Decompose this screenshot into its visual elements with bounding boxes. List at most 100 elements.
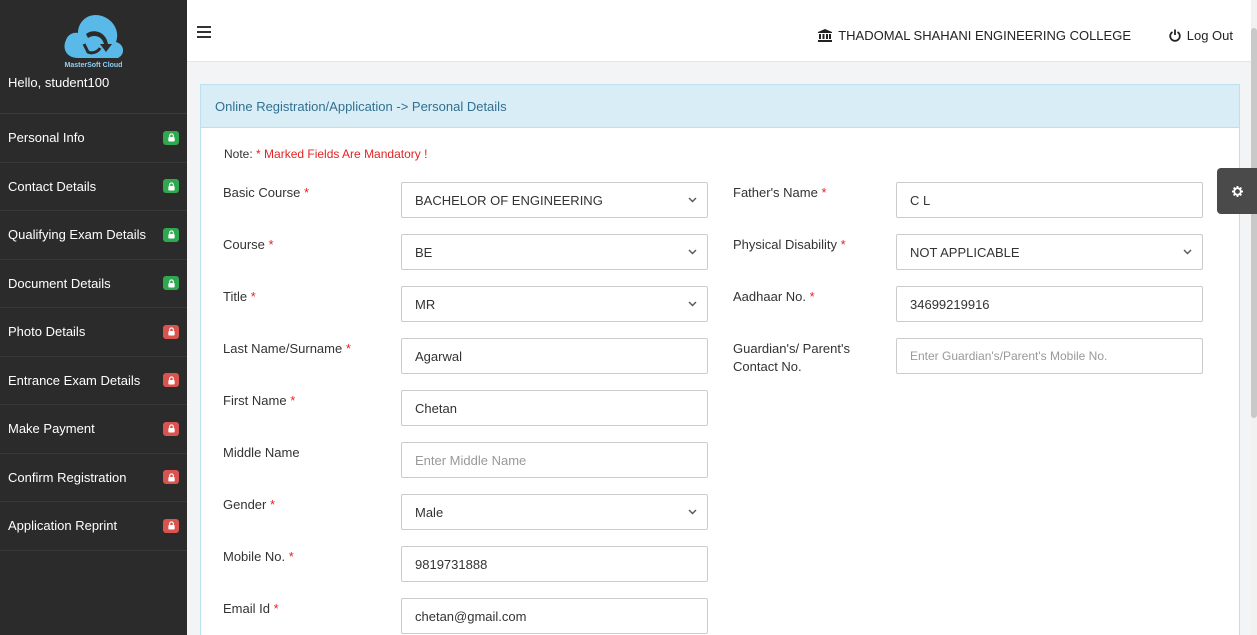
first-name-input[interactable]: Chetan xyxy=(401,390,708,426)
required-star: * xyxy=(288,549,294,564)
breadcrumb: Online Registration/Application -> Perso… xyxy=(201,85,1239,128)
last-name-input[interactable]: Agarwal xyxy=(401,338,708,374)
physical-disability-select[interactable]: NOT APPLICABLE xyxy=(896,234,1203,270)
lock-icon xyxy=(163,421,179,436)
required-star: * xyxy=(345,341,351,356)
sidebar-menu: Personal Info Contact Details Qualifying E… xyxy=(0,114,187,551)
last-name-label: Last Name/Surname * xyxy=(223,340,351,358)
physical-disability-label: Physical Disability * xyxy=(733,236,846,254)
chevron-down-icon xyxy=(688,197,697,203)
chevron-down-icon xyxy=(688,301,697,307)
title-value: MR xyxy=(415,296,436,312)
personal-details-panel: Online Registration/Application -> Perso… xyxy=(200,84,1240,635)
aadhaar-label-text: Aadhaar No. xyxy=(733,289,806,304)
email-label: Email Id * xyxy=(223,600,279,618)
gender-value: Male xyxy=(415,504,444,520)
sidebar-item-confirm-registration[interactable]: Confirm Registration xyxy=(0,454,187,502)
guardian-contact-label-line1: Guardian's/ Parent's xyxy=(733,341,850,356)
gender-label-text: Gender xyxy=(223,497,267,512)
sidebar-item-document-details[interactable]: Document Details xyxy=(0,260,187,308)
logout-button[interactable]: Log Out xyxy=(1169,28,1233,43)
chevron-down-icon xyxy=(688,509,697,515)
course-select[interactable]: BE xyxy=(401,234,708,270)
required-star: * xyxy=(270,497,276,512)
page-scrollbar[interactable] xyxy=(1251,0,1257,635)
required-star: * xyxy=(290,393,296,408)
logout-label: Log Out xyxy=(1186,28,1233,43)
lock-icon xyxy=(163,518,179,533)
guardian-contact-label: Guardian's/ Parent's Contact No. xyxy=(733,340,850,376)
physical-disability-label-text: Physical Disability xyxy=(733,237,838,252)
lock-icon xyxy=(163,324,179,339)
father-name-label-text: Father's Name xyxy=(733,185,818,200)
sidebar-item-label: Contact Details xyxy=(8,178,97,194)
chevron-down-icon xyxy=(1183,249,1192,255)
sidebar-item-personal-info[interactable]: Personal Info xyxy=(0,114,187,163)
father-name-input[interactable]: C L xyxy=(896,182,1203,218)
middle-name-label: Middle Name xyxy=(223,445,300,460)
sidebar-item-label: Personal Info xyxy=(8,130,85,146)
first-name-label: First Name * xyxy=(223,392,295,410)
required-star: * xyxy=(840,237,846,252)
college-name-text: THADOMAL SHAHANI ENGINEERING COLLEGE xyxy=(838,28,1131,43)
sidebar: MasterSoft Cloud Hello, student100 Perso… xyxy=(0,0,187,635)
settings-toggle[interactable] xyxy=(1217,168,1257,214)
sidebar-item-label: Photo Details xyxy=(8,324,86,340)
sidebar-item-contact-details[interactable]: Contact Details xyxy=(0,163,187,211)
scrollbar-thumb[interactable] xyxy=(1251,28,1257,418)
lock-icon xyxy=(163,470,179,485)
first-name-label-text: First Name xyxy=(223,393,287,408)
sidebar-item-label: Document Details xyxy=(8,275,111,291)
lock-icon xyxy=(163,179,179,194)
required-star: * xyxy=(250,289,256,304)
mobile-input[interactable]: 9819731888 xyxy=(401,546,708,582)
aadhaar-label: Aadhaar No. * xyxy=(733,288,815,306)
course-value: BE xyxy=(415,244,433,260)
email-input[interactable]: chetan@gmail.com xyxy=(401,598,708,634)
sidebar-item-label: Entrance Exam Details xyxy=(8,372,141,388)
mandatory-note: Note: * Marked Fields Are Mandatory ! xyxy=(224,147,427,161)
sidebar-item-photo-details[interactable]: Photo Details xyxy=(0,308,187,357)
sidebar-item-make-payment[interactable]: Make Payment xyxy=(0,405,187,454)
bank-icon xyxy=(818,29,833,42)
title-select[interactable]: MR xyxy=(401,286,708,322)
sidebar-item-label: Application Reprint xyxy=(8,518,118,534)
sidebar-item-entrance-exam-details[interactable]: Entrance Exam Details xyxy=(0,357,187,405)
note-text: * Marked Fields Are Mandatory ! xyxy=(252,147,428,161)
greeting: Hello, student100 xyxy=(0,66,187,114)
course-label: Course * xyxy=(223,236,274,254)
cloud-logo-icon xyxy=(64,14,123,58)
gender-label: Gender * xyxy=(223,496,275,514)
required-star: * xyxy=(303,185,309,200)
lock-icon xyxy=(163,276,179,291)
required-star: * xyxy=(809,289,815,304)
father-name-label: Father's Name * xyxy=(733,184,827,202)
guardian-contact-input[interactable]: Enter Guardian's/Parent's Mobile No. xyxy=(896,338,1203,374)
basic-course-select[interactable]: BACHELOR OF ENGINEERING xyxy=(401,182,708,218)
mobile-label-text: Mobile No. xyxy=(223,549,286,564)
top-bar: THADOMAL SHAHANI ENGINEERING COLLEGE Log… xyxy=(187,0,1257,62)
required-star: * xyxy=(821,185,827,200)
physical-disability-value: NOT APPLICABLE xyxy=(910,244,1020,260)
basic-course-label-text: Basic Course xyxy=(223,185,301,200)
sidebar-item-application-reprint[interactable]: Application Reprint xyxy=(0,502,187,551)
lock-icon xyxy=(163,373,179,388)
chevron-down-icon xyxy=(688,249,697,255)
guardian-contact-label-line2: Contact No. xyxy=(733,359,802,374)
email-label-text: Email Id xyxy=(223,601,270,616)
sidebar-item-label: Make Payment xyxy=(8,421,95,437)
basic-course-value: BACHELOR OF ENGINEERING xyxy=(415,192,603,208)
required-star: * xyxy=(268,237,274,252)
hamburger-icon[interactable] xyxy=(197,26,211,38)
gear-icon xyxy=(1231,185,1243,197)
lock-icon xyxy=(163,227,179,242)
title-label-text: Title xyxy=(223,289,248,304)
sidebar-item-qualifying-exam-details[interactable]: Qualifying Exam Details xyxy=(0,211,187,260)
middle-name-input[interactable]: Enter Middle Name xyxy=(401,442,708,478)
aadhaar-input[interactable]: 34699219916 xyxy=(896,286,1203,322)
required-star: * xyxy=(273,601,279,616)
basic-course-label: Basic Course * xyxy=(223,184,309,202)
gender-select[interactable]: Male xyxy=(401,494,708,530)
college-name: THADOMAL SHAHANI ENGINEERING COLLEGE xyxy=(818,28,1131,43)
sidebar-item-label: Qualifying Exam Details xyxy=(8,227,146,243)
